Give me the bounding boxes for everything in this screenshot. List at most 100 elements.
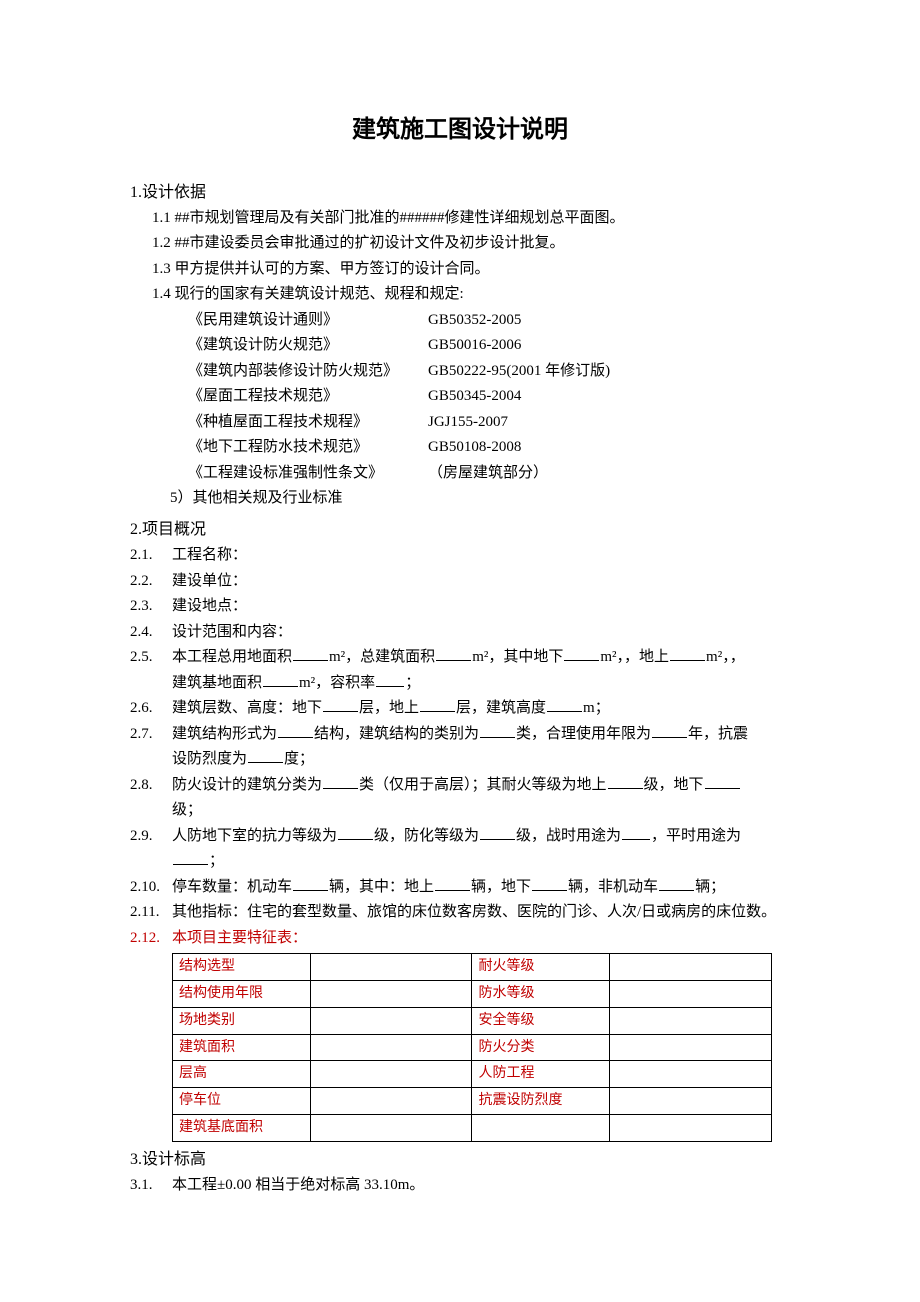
table-value xyxy=(610,980,772,1007)
table-row: 结构使用年限 防水等级 xyxy=(173,980,772,1007)
table-value xyxy=(610,1114,772,1141)
text-fragment: m²，容积率 xyxy=(299,675,375,691)
standard-row: 《屋面工程技术规范》 GB50345-2004 xyxy=(188,384,790,410)
item-text: 建筑层数、高度：地下 层，地上 层，建筑高度 m； xyxy=(172,696,790,722)
item-number: 2.5. xyxy=(130,645,172,696)
table-value xyxy=(610,1088,772,1115)
text-fragment: 层，建筑高度 xyxy=(456,700,546,716)
table-value xyxy=(310,1114,472,1141)
item-number: 2.4. xyxy=(130,620,172,646)
standard-name: 《建筑设计防火规范》 xyxy=(188,333,428,359)
item-text: 设计范围和内容： xyxy=(172,620,790,646)
blank-field xyxy=(547,697,582,712)
text-fragment: ； xyxy=(405,675,420,691)
text-fragment: m； xyxy=(583,700,610,716)
table-value xyxy=(310,1088,472,1115)
text-fragment: 级，防化等级为 xyxy=(374,828,479,844)
table-value xyxy=(610,954,772,981)
item-2-11: 2.11. 其他指标：住宅的套型数量、旅馆的床位数客房数、医院的门诊、人次/日或… xyxy=(130,900,790,926)
blank-field xyxy=(323,697,358,712)
text-fragment: 本工程总用地面积 xyxy=(172,649,292,665)
standard-name: 《种植屋面工程技术规程》 xyxy=(188,410,428,436)
item-number: 2.9. xyxy=(130,824,172,875)
text-fragment: 级，战时用途为 xyxy=(516,828,621,844)
blank-field xyxy=(608,773,643,788)
table-label: 结构使用年限 xyxy=(173,980,311,1007)
page-title: 建筑施工图设计说明 xyxy=(130,110,790,151)
item-2-2: 2.2. 建设单位： xyxy=(130,569,790,595)
text-fragment: 辆； xyxy=(695,879,725,895)
table-value xyxy=(310,1007,472,1034)
item-text: 其他指标：住宅的套型数量、旅馆的床位数客房数、医院的门诊、人次/日或病房的床位数… xyxy=(172,900,790,926)
text-fragment: 类，合理使用年限为 xyxy=(516,726,651,742)
item-1-4: 1.4 现行的国家有关建筑设计规范、规程和规定: xyxy=(152,282,790,308)
standard-code: GB50222-95(2001 年修订版) xyxy=(428,359,790,385)
standard-code: GB50016-2006 xyxy=(428,333,790,359)
text-fragment: 设防烈度为 xyxy=(172,751,247,767)
table-label: 场地类别 xyxy=(173,1007,311,1034)
standard-code: GB50345-2004 xyxy=(428,384,790,410)
blank-field xyxy=(420,697,455,712)
blank-field xyxy=(248,748,283,763)
table-label xyxy=(472,1114,610,1141)
item-text: 建筑结构形式为结构，建筑结构的类别为类，合理使用年限为年，抗震 设防烈度为度； xyxy=(172,722,790,773)
standard-code: （房屋建筑部分） xyxy=(428,461,790,487)
item-text: 建设单位： xyxy=(172,569,790,595)
item-text: 本项目主要特征表： xyxy=(172,926,790,952)
item-2-3: 2.3. 建设地点： xyxy=(130,594,790,620)
text-fragment: m²，总建筑面积 xyxy=(329,649,435,665)
table-label: 防水等级 xyxy=(472,980,610,1007)
table-row: 层高 人防工程 xyxy=(173,1061,772,1088)
table-value xyxy=(610,1061,772,1088)
item-2-1: 2.1. 工程名称： xyxy=(130,543,790,569)
text-fragment: 级； xyxy=(172,802,202,818)
item-2-8: 2.8. 防火设计的建筑分类为类（仅用于高层）；其耐火等级为地上级，地下 级； xyxy=(130,773,790,824)
table-label: 停车位 xyxy=(173,1088,311,1115)
table-value xyxy=(310,1034,472,1061)
item-number: 3.1. xyxy=(130,1173,172,1199)
text-fragment: 辆，非机动车 xyxy=(568,879,658,895)
text-fragment: 层，地上 xyxy=(359,700,419,716)
table-label: 层高 xyxy=(173,1061,311,1088)
item-2-7: 2.7. 建筑结构形式为结构，建筑结构的类别为类，合理使用年限为年，抗震 设防烈… xyxy=(130,722,790,773)
table-label: 建筑基底面积 xyxy=(173,1114,311,1141)
standard-name: 《屋面工程技术规范》 xyxy=(188,384,428,410)
item-number: 2.10. xyxy=(130,875,172,901)
item-number: 2.7. xyxy=(130,722,172,773)
standard-code: GB50352-2005 xyxy=(428,308,790,334)
text-fragment: 停车数量：机动车 xyxy=(172,879,292,895)
item-text: 人防地下室的抗力等级为级，防化等级为级，战时用途为，平时用途为 ； xyxy=(172,824,790,875)
item-number: 2.12. xyxy=(130,926,172,952)
blank-field xyxy=(564,646,599,661)
item-2-12: 2.12. 本项目主要特征表： xyxy=(130,926,790,952)
table-label: 防火分类 xyxy=(472,1034,610,1061)
text-fragment: 建筑基地面积 xyxy=(172,675,262,691)
standard-row: 《工程建设标准强制性条文》 （房屋建筑部分） xyxy=(188,461,790,487)
blank-field xyxy=(435,875,470,890)
text-fragment: 辆，地下 xyxy=(471,879,531,895)
feature-table: 结构选型 耐火等级 结构使用年限 防水等级 场地类别 安全等级 建筑面积 防火分… xyxy=(172,953,772,1142)
text-fragment: m²，其中地下 xyxy=(472,649,563,665)
blank-field xyxy=(173,850,208,865)
text-fragment: 度； xyxy=(284,751,314,767)
text-fragment: m²，， xyxy=(706,649,745,665)
table-value xyxy=(310,1061,472,1088)
item-number: 2.1. xyxy=(130,543,172,569)
item-number: 2.11. xyxy=(130,900,172,926)
text-fragment: 建筑层数、高度：地下 xyxy=(172,700,322,716)
item-text: 本工程总用地面积m²，总建筑面积m²，其中地下m²，，地上m²，， 建筑基地面积… xyxy=(172,645,790,696)
table-row: 建筑基底面积 xyxy=(173,1114,772,1141)
blank-field xyxy=(622,824,650,839)
document-page: 建筑施工图设计说明 1.设计依据 1.1 ##市规划管理局及有关部门批准的###… xyxy=(0,0,920,1302)
standard-name: 《工程建设标准强制性条文》 xyxy=(188,461,428,487)
standard-name: 《建筑内部装修设计防火规范》 xyxy=(188,359,428,385)
standard-name: 《地下工程防水技术规范》 xyxy=(188,435,428,461)
item-1-2: 1.2 ##市建设委员会审批通过的扩初设计文件及初步设计批复。 xyxy=(152,231,790,257)
blank-field xyxy=(436,646,471,661)
text-fragment: 防火设计的建筑分类为 xyxy=(172,777,322,793)
blank-field xyxy=(480,722,515,737)
table-row: 结构选型 耐火等级 xyxy=(173,954,772,981)
text-fragment: 年，抗震 xyxy=(688,726,748,742)
item-1-3: 1.3 甲方提供并认可的方案、甲方签订的设计合同。 xyxy=(152,257,790,283)
table-row: 场地类别 安全等级 xyxy=(173,1007,772,1034)
